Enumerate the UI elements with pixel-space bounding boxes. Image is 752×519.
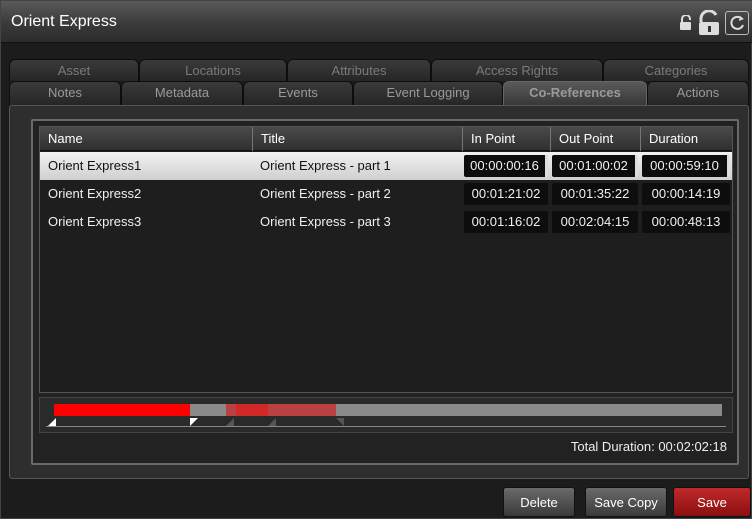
column-header-out-point[interactable]: Out Point	[550, 127, 640, 151]
refresh-icon[interactable]	[725, 11, 749, 35]
out-point-field[interactable]: 00:01:35:22	[552, 183, 638, 205]
save-button[interactable]: Save	[673, 487, 751, 517]
tab-metadata[interactable]: Metadata	[121, 81, 243, 105]
tab-event-logging[interactable]: Event Logging	[353, 81, 503, 105]
row-name: Orient Express2	[48, 186, 142, 201]
tab-access-rights[interactable]: Access Rights	[431, 59, 603, 81]
lock-small-icon[interactable]	[677, 10, 695, 36]
row-title: Orient Express - part 3	[260, 214, 391, 229]
co-reference-timeline[interactable]	[39, 397, 733, 433]
asset-window: Orient Express Asset Locations Attribute…	[0, 0, 752, 519]
table-row[interactable]: Orient Express1 Orient Express - part 1 …	[40, 152, 732, 180]
total-duration: Total Duration: 00:02:02:18	[571, 437, 727, 457]
total-duration-value: 00:02:02:18	[658, 439, 727, 454]
out-point-field[interactable]: 00:02:04:15	[552, 211, 638, 233]
out-point-field[interactable]: 00:01:00:02	[552, 155, 638, 177]
tab-events[interactable]: Events	[243, 81, 353, 105]
tab-row-front: Notes Metadata Events Event Logging Co-R…	[9, 81, 749, 105]
timeline-segment[interactable]	[236, 404, 268, 416]
tab-actions[interactable]: Actions	[647, 81, 749, 105]
segment-marker-icon	[226, 418, 234, 426]
in-marker-icon[interactable]	[48, 418, 56, 426]
co-references-grid: Name Title In Point Out Point Duration O…	[39, 126, 733, 393]
title-bar: Orient Express	[1, 1, 752, 43]
segment-marker-icon	[268, 418, 276, 426]
tab-locations[interactable]: Locations	[139, 59, 287, 81]
tab-row-back: Asset Locations Attributes Access Rights…	[9, 59, 749, 81]
tab-notes[interactable]: Notes	[9, 81, 121, 105]
table-row[interactable]: Orient Express3 Orient Express - part 3 …	[40, 208, 732, 236]
duration-field[interactable]: 00:00:14:19	[642, 183, 730, 205]
title-icons	[677, 10, 749, 36]
row-name: Orient Express3	[48, 214, 142, 229]
timeline-segment-selected[interactable]	[54, 404, 190, 416]
in-point-field[interactable]: 00:01:21:02	[464, 183, 548, 205]
tab-categories[interactable]: Categories	[603, 59, 749, 81]
grid-header: Name Title In Point Out Point Duration	[40, 127, 732, 151]
row-title: Orient Express - part 1	[260, 158, 391, 173]
save-copy-button[interactable]: Save Copy	[585, 487, 667, 517]
delete-button[interactable]: Delete	[503, 487, 575, 517]
tab-co-references[interactable]: Co-References	[503, 81, 647, 105]
tab-attributes[interactable]: Attributes	[287, 59, 431, 81]
row-title: Orient Express - part 2	[260, 186, 391, 201]
column-header-duration[interactable]: Duration	[640, 127, 732, 151]
column-header-in-point[interactable]: In Point	[462, 127, 550, 151]
duration-field[interactable]: 00:00:48:13	[642, 211, 730, 233]
duration-field[interactable]: 00:00:59:10	[642, 155, 730, 177]
timeline-ruler	[46, 417, 726, 427]
total-duration-label: Total Duration:	[570, 439, 655, 454]
in-point-field[interactable]: 00:01:16:02	[464, 211, 548, 233]
lock-large-icon[interactable]	[697, 10, 723, 36]
window-title: Orient Express	[11, 13, 117, 30]
column-header-name[interactable]: Name	[40, 127, 252, 151]
in-point-field[interactable]: 00:00:00:16	[464, 155, 548, 177]
column-header-title[interactable]: Title	[252, 127, 462, 151]
row-name: Orient Express1	[48, 158, 142, 173]
out-marker-icon[interactable]	[190, 418, 198, 426]
tab-asset[interactable]: Asset	[9, 59, 139, 81]
table-row[interactable]: Orient Express2 Orient Express - part 2 …	[40, 180, 732, 208]
segment-marker-icon	[336, 418, 344, 426]
